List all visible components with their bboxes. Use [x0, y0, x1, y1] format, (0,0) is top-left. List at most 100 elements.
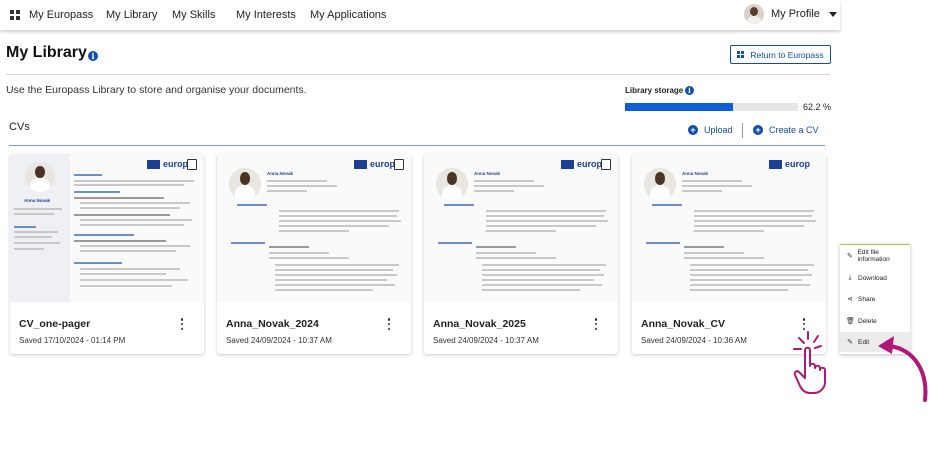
cv-thumbnail[interactable]: Anna Novak europ	[10, 154, 204, 302]
cv-preview-line	[275, 284, 395, 286]
nav-my-interests[interactable]: My Interests	[236, 9, 296, 21]
cv-thumbnail[interactable]: Anna Novak europ	[217, 154, 411, 302]
cv-preview-line	[74, 184, 184, 186]
cv-preview-line	[14, 213, 54, 215]
cv-preview-line	[482, 279, 594, 281]
cv-card[interactable]: Anna Novak europ CV_one-pager Saved 17/1…	[10, 154, 204, 354]
cv-preview-line	[80, 268, 180, 270]
select-checkbox[interactable]	[187, 159, 197, 170]
cv-preview-line	[74, 240, 166, 242]
cv-preview-line	[74, 214, 170, 216]
cv-preview-line	[269, 252, 329, 254]
cv-card[interactable]: Anna Novak europ Anna_Novak_2024 Saved 2…	[217, 154, 411, 354]
eu-flag-icon	[147, 160, 160, 169]
cv-card-saved-date: Saved 24/09/2024 - 10:37 AM	[433, 336, 539, 345]
cv-preview-line	[269, 246, 309, 248]
upload-button[interactable]: + Upload	[688, 125, 733, 135]
cv-card-title[interactable]: CV_one-pager	[19, 318, 90, 330]
menu-item-label: Delete	[858, 317, 877, 325]
nav-my-library[interactable]: My Library	[106, 9, 157, 21]
cv-preview-line	[279, 210, 399, 212]
cv-preview-line	[14, 242, 60, 244]
avatar	[744, 4, 764, 24]
edit-icon: ✎	[847, 339, 853, 346]
menu-item-edit-file-information[interactable]: ✎ Edit file information	[840, 246, 910, 266]
cv-preview-line	[474, 190, 514, 192]
more-options-icon[interactable]	[594, 318, 598, 330]
menu-item-label: Share	[858, 295, 876, 303]
pointing-hand-icon	[793, 331, 826, 394]
cv-preview-line	[267, 180, 327, 182]
return-button-label: Return to Europass	[750, 49, 824, 60]
cv-preview-line	[267, 190, 307, 192]
cv-preview-line	[684, 246, 724, 248]
cv-preview-line	[279, 225, 389, 227]
cv-thumbnail[interactable]: Anna Novak europ	[424, 154, 618, 302]
apps-grid-icon[interactable]	[10, 10, 20, 20]
trash-icon: 🗑	[846, 318, 855, 325]
cv-preview-heading	[652, 204, 682, 206]
nav-my-europass[interactable]: My Europass	[29, 9, 93, 21]
europass-brand: europ	[370, 159, 396, 169]
cv-card-title[interactable]: Anna_Novak_2025	[433, 318, 526, 330]
cv-card-title[interactable]: Anna_Novak_2024	[226, 318, 319, 330]
more-options-icon[interactable]	[802, 318, 806, 330]
curved-arrow-icon	[878, 336, 928, 402]
nav-my-applications[interactable]: My Applications	[310, 9, 386, 21]
cv-preview-line	[80, 245, 190, 247]
cv-thumbnail[interactable]: Anna Novak europ	[632, 154, 826, 302]
cv-preview-line	[80, 285, 172, 287]
cv-preview-name: Anna Novak	[267, 171, 294, 176]
profile-menu[interactable]: My Profile	[744, 4, 837, 24]
return-to-europass-button[interactable]: Return to Europass	[730, 45, 831, 64]
cv-card-saved-date: Saved 17/10/2024 - 01:14 PM	[19, 336, 126, 345]
cv-preview-line	[267, 185, 337, 187]
more-options-icon[interactable]	[387, 318, 391, 330]
cv-card[interactable]: Anna Novak europ Anna_Novak_2025 Saved 2…	[424, 154, 618, 354]
cv-photo	[644, 168, 676, 200]
download-icon: ⤓	[848, 274, 852, 281]
cv-preview-line	[482, 274, 604, 276]
menu-top-border	[840, 244, 910, 245]
header-divider	[6, 74, 830, 75]
cv-preview-line	[14, 208, 62, 210]
menu-item-download[interactable]: ⤓ Download	[840, 268, 910, 288]
select-checkbox[interactable]	[601, 159, 611, 170]
menu-item-share[interactable]: ⋖ Share	[840, 289, 910, 309]
cv-card-title[interactable]: Anna_Novak_CV	[641, 318, 725, 330]
cv-preview-line	[482, 289, 580, 291]
select-checkbox[interactable]	[394, 159, 404, 170]
cv-preview-line	[694, 220, 816, 222]
menu-item-label: Download	[858, 274, 887, 282]
page-description: Use the Europass Library to store and or…	[6, 84, 307, 96]
cv-preview-line	[486, 220, 608, 222]
profile-label: My Profile	[771, 8, 820, 20]
storage-progress-bar	[625, 103, 798, 111]
cv-preview-name: Anna Novak	[24, 198, 51, 203]
apps-grid-icon	[737, 51, 745, 58]
storage-progress-fill	[625, 103, 733, 111]
cv-preview-line	[482, 284, 602, 286]
menu-item-delete[interactable]: 🗑 Delete	[840, 311, 910, 331]
cv-card[interactable]: Anna Novak europ Anna_Novak_CV Saved 24/…	[632, 154, 826, 354]
cv-preview-heading	[231, 242, 265, 244]
plus-circle-icon: +	[688, 125, 698, 135]
nav-my-skills[interactable]: My Skills	[172, 9, 215, 21]
cv-preview-line	[80, 219, 192, 221]
more-options-icon[interactable]	[180, 318, 184, 330]
cv-preview-line	[690, 279, 802, 281]
cv-preview-line	[14, 248, 44, 250]
storage-info-icon[interactable]: i	[685, 86, 694, 95]
cv-preview-line	[694, 215, 812, 217]
cv-photo	[229, 168, 261, 200]
cv-preview-line	[694, 230, 764, 232]
cv-preview-line	[690, 264, 814, 266]
info-icon[interactable]: i	[88, 51, 98, 61]
top-navigation: My Europass My Library My Skills My Inte…	[0, 0, 840, 30]
cv-preview-heading	[646, 242, 680, 244]
cv-preview-line	[690, 289, 788, 291]
cv-preview-line	[80, 202, 190, 204]
cv-preview-line	[476, 246, 516, 248]
cv-preview-line	[690, 269, 808, 271]
create-cv-button[interactable]: + Create a CV	[753, 125, 819, 135]
